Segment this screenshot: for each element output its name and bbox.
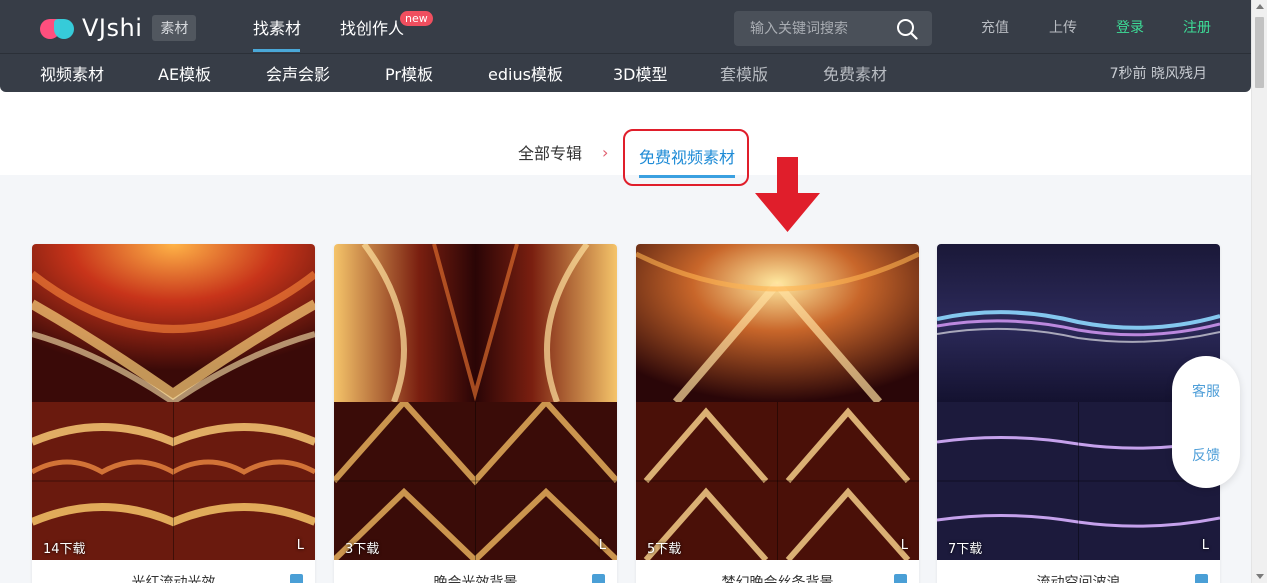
category-huisheng[interactable]: 会声会影 — [266, 54, 330, 92]
checkbox-icon[interactable] — [1195, 574, 1208, 583]
breadcrumb-separator-icon: › — [602, 142, 609, 162]
category-video-material[interactable]: 视频素材 — [40, 54, 104, 92]
scroll-up-icon[interactable] — [1256, 4, 1264, 9]
vertical-scrollbar[interactable] — [1251, 0, 1267, 583]
card-title[interactable]: 光红流动光效 — [32, 572, 315, 583]
register-link[interactable]: 注册 — [1183, 0, 1211, 54]
logo-mark-icon — [40, 16, 78, 40]
thumbnail-preview-image — [636, 244, 919, 402]
card-thumbnail[interactable]: 3下载 L — [334, 244, 617, 560]
new-badge: new — [400, 11, 433, 26]
page: VJshi 素材 找素材 找创作人 new 充值 上传 登录 注册 — [0, 0, 1267, 583]
site-logo[interactable]: VJshi 素材 — [40, 14, 197, 42]
material-card[interactable]: 14下载 L 光红流动光效 — [32, 244, 315, 583]
checkbox-icon[interactable] — [894, 574, 907, 583]
thumbnail-preview-image — [32, 244, 315, 402]
category-pr-template[interactable]: Pr模板 — [385, 54, 433, 92]
thumbnail-grid-image — [636, 402, 919, 560]
nav-find-material-label: 找素材 — [253, 19, 302, 38]
thumbnail-grid-image — [32, 402, 315, 560]
category-free-material[interactable]: 免费素材 — [823, 54, 887, 92]
category-tao-template[interactable]: 套模版 — [720, 54, 768, 92]
thumbnail-grid-image — [334, 402, 617, 560]
material-card[interactable]: 3下载 L 晚会光效背景 — [334, 244, 617, 583]
search-box — [734, 11, 932, 46]
breadcrumb-current: 免费视频素材 — [639, 148, 736, 167]
scroll-down-icon[interactable] — [1256, 574, 1264, 579]
resolution-badge: L — [296, 538, 304, 553]
checkbox-icon[interactable] — [592, 574, 605, 583]
nav-find-creator[interactable]: 找创作人 new — [340, 0, 433, 54]
download-count: 3下载 — [345, 542, 380, 557]
category-ae-template[interactable]: AE模板 — [158, 54, 211, 92]
site-header: VJshi 素材 找素材 找创作人 new 充值 上传 登录 注册 — [0, 0, 1251, 92]
scrollbar-thumb[interactable] — [1255, 17, 1264, 88]
resolution-badge: L — [598, 538, 606, 553]
customer-service-button[interactable]: 客服 — [1172, 381, 1240, 401]
breadcrumb-current-highlight[interactable]: 免费视频素材 — [623, 129, 749, 186]
recharge-link[interactable]: 充值 — [981, 0, 1009, 54]
search-input[interactable] — [734, 11, 894, 46]
nav-find-material[interactable]: 找素材 — [253, 0, 301, 54]
floating-service-panel: 客服 反馈 — [1172, 356, 1240, 488]
category-3d-model[interactable]: 3D模型 — [613, 54, 668, 92]
material-card[interactable]: 5下载 L 梦幻晚会丝条背景 — [636, 244, 919, 583]
logo-text: VJshi — [82, 14, 143, 42]
recent-activity: 7秒前 晓风残月 — [1109, 66, 1207, 82]
arrow-down-icon — [755, 157, 820, 232]
card-thumbnail[interactable]: 14下载 L — [32, 244, 315, 560]
card-thumbnail[interactable]: 5下载 L — [636, 244, 919, 560]
category-edius-template[interactable]: edius模板 — [488, 54, 563, 92]
login-link[interactable]: 登录 — [1116, 0, 1144, 54]
feedback-button[interactable]: 反馈 — [1172, 445, 1240, 465]
download-count: 14下载 — [43, 542, 86, 557]
breadcrumb-all-albums[interactable]: 全部专辑 — [518, 130, 582, 174]
upload-link[interactable]: 上传 — [1049, 0, 1077, 54]
category-bar: 视频素材 AE模板 会声会影 Pr模板 edius模板 3D模型 套模版 免费素… — [0, 54, 1251, 92]
logo-tag: 素材 — [152, 15, 197, 41]
card-title[interactable]: 梦幻晚会丝条背景 — [636, 572, 919, 583]
breadcrumb-active-underline — [639, 175, 735, 178]
search-icon[interactable] — [896, 18, 918, 40]
nav-active-underline — [253, 49, 300, 52]
card-title[interactable]: 晚会光效背景 — [334, 572, 617, 583]
resolution-badge: L — [1201, 538, 1209, 553]
card-title[interactable]: 流动空间波浪 — [937, 572, 1220, 583]
download-count: 7下载 — [948, 542, 983, 557]
header-top-bar: VJshi 素材 找素材 找创作人 new 充值 上传 登录 注册 — [0, 0, 1251, 54]
resolution-badge: L — [900, 538, 908, 553]
download-count: 5下载 — [647, 542, 682, 557]
nav-find-creator-label: 找创作人 — [340, 19, 405, 38]
thumbnail-preview-image — [334, 244, 617, 402]
checkbox-icon[interactable] — [290, 574, 303, 583]
